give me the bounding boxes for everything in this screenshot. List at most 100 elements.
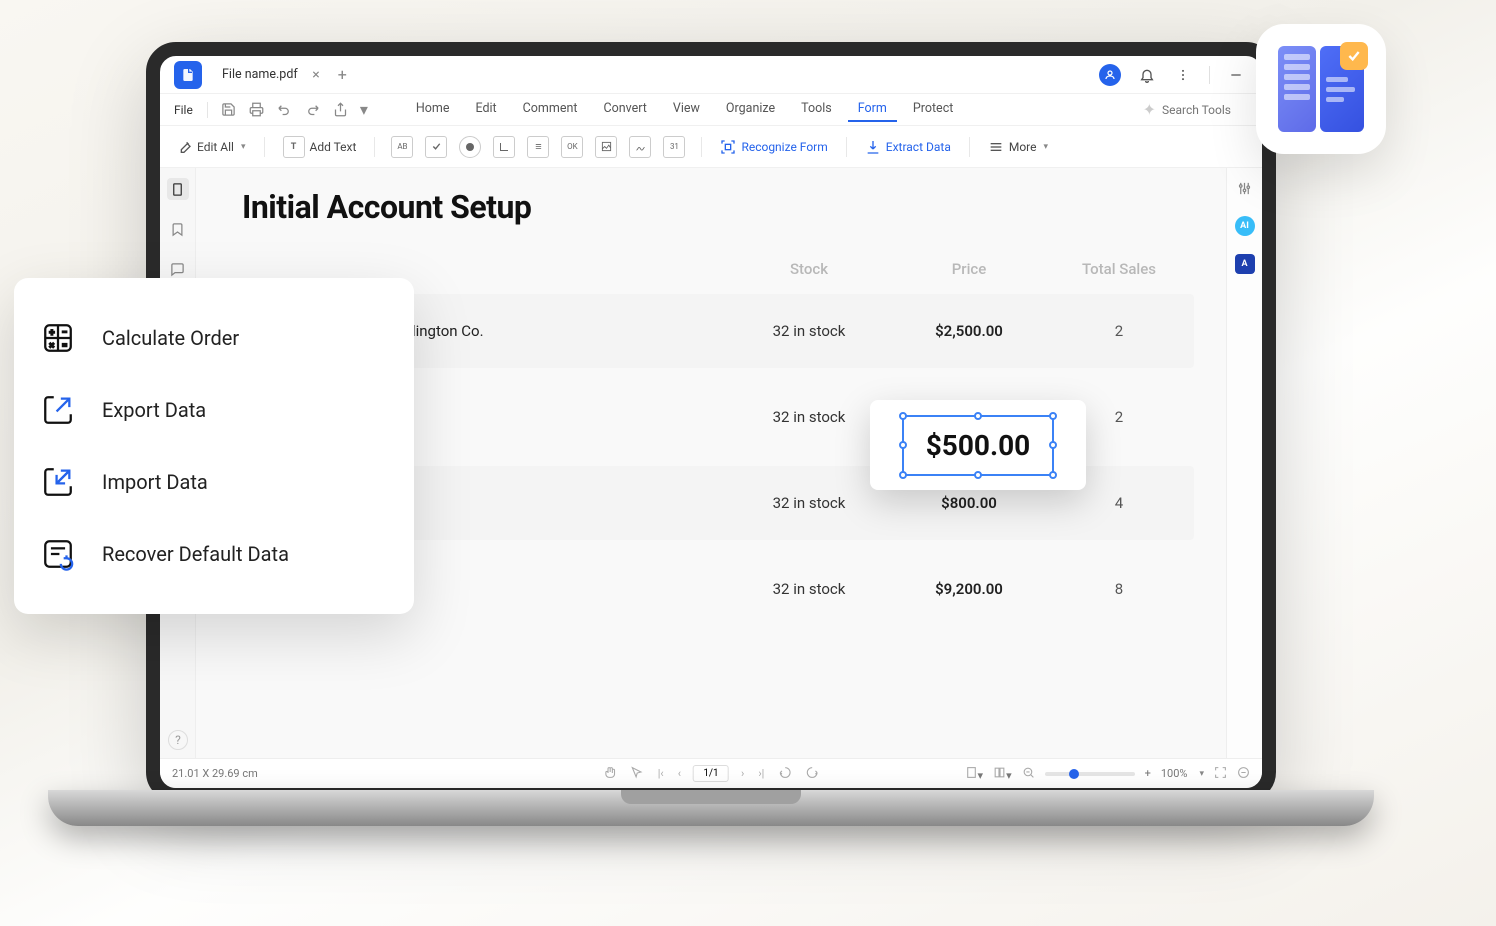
extract-data-button[interactable]: Extract Data [863, 136, 953, 158]
dropdown-field-icon[interactable] [493, 136, 515, 158]
zoom-slider[interactable] [1045, 772, 1135, 776]
select-tool-icon[interactable] [629, 766, 646, 782]
listbox-icon[interactable]: ≡ [527, 136, 549, 158]
row-sales: 4 [1054, 494, 1184, 512]
save-icon[interactable] [218, 99, 240, 121]
menu-convert[interactable]: Convert [593, 97, 656, 122]
bell-icon[interactable] [1137, 65, 1157, 85]
settings-icon[interactable] [1235, 178, 1255, 198]
ctx-label: Import Data [102, 470, 208, 494]
redo-icon[interactable] [302, 99, 324, 121]
resize-handle[interactable] [899, 441, 907, 449]
form-data-menu: +−×= Calculate Order Export Data Import … [14, 278, 414, 614]
resize-handle[interactable] [899, 471, 907, 479]
recognize-form-button[interactable]: Recognize Form [718, 136, 829, 158]
zoom-out-icon[interactable] [1022, 766, 1035, 782]
ctx-label: Recover Default Data [102, 542, 289, 566]
row-price: $9,200.00 [884, 580, 1054, 598]
menu-protect[interactable]: Protect [903, 97, 963, 122]
fullscreen-icon[interactable] [1214, 766, 1227, 782]
row-stock: 32 in stock [734, 322, 884, 340]
bookmarks-icon[interactable] [167, 218, 189, 240]
page-input[interactable] [693, 765, 729, 782]
menu-organize[interactable]: Organize [716, 97, 785, 122]
main-menu: Home Edit Comment Convert View Organize … [406, 97, 963, 122]
sheet-icon [1278, 46, 1316, 132]
add-text-button[interactable]: T Add Text [281, 133, 359, 161]
menu-view[interactable]: View [663, 97, 710, 122]
selected-field-inner: $500.00 [902, 415, 1055, 476]
close-tab-icon[interactable]: × [312, 67, 319, 83]
undo-icon[interactable] [274, 99, 296, 121]
selected-form-field[interactable]: $500.00 [870, 400, 1086, 490]
import-data-item[interactable]: Import Data [22, 446, 406, 518]
more-icon[interactable] [1173, 65, 1193, 85]
new-tab-button[interactable]: + [328, 65, 357, 84]
zoom-in-icon[interactable]: + [1145, 767, 1151, 780]
svg-text:−: − [62, 328, 67, 338]
export-data-item[interactable]: Export Data [22, 374, 406, 446]
page-nav: |‹ ‹ › ›| [602, 765, 821, 782]
menu-form[interactable]: Form [848, 97, 897, 122]
tab-label: File name.pdf [222, 67, 298, 82]
dropdown-icon[interactable]: ▾ [358, 99, 370, 121]
resize-handle[interactable] [899, 412, 907, 420]
signature-field-icon[interactable] [629, 136, 651, 158]
help-icon[interactable]: ? [168, 730, 188, 750]
fit-page-icon[interactable]: ▾ [965, 766, 984, 782]
statusbar: 21.01 X 29.69 cm |‹ ‹ › ›| ▾ ▾ + 100% ▾ [160, 758, 1262, 788]
rotate-right-icon[interactable] [803, 766, 820, 782]
comments-icon[interactable] [167, 258, 189, 280]
hand-tool-icon[interactable] [602, 766, 619, 782]
col-sales: Total Sales [1054, 260, 1184, 278]
search-tools: ✦ [1143, 100, 1252, 119]
search-input[interactable] [1162, 103, 1252, 117]
date-field-icon[interactable]: 31 [663, 136, 685, 158]
image-field-icon[interactable] [595, 136, 617, 158]
ai-icon[interactable]: AI [1235, 216, 1255, 236]
selected-value: $500.00 [926, 429, 1031, 462]
minimize-icon[interactable] [1226, 65, 1246, 85]
textfield-icon[interactable]: AB [391, 136, 413, 158]
thumbnails-icon[interactable] [167, 178, 189, 200]
file-menu[interactable]: File [170, 103, 197, 117]
checkbox-icon[interactable] [425, 136, 447, 158]
menu-comment[interactable]: Comment [513, 97, 588, 122]
share-icon[interactable] [330, 99, 352, 121]
prev-page-icon[interactable]: ‹ [676, 767, 683, 780]
translate-icon[interactable]: A [1235, 254, 1255, 274]
recover-default-item[interactable]: Recover Default Data [22, 518, 406, 590]
rotate-left-icon[interactable] [776, 766, 793, 782]
resize-handle[interactable] [974, 412, 982, 420]
right-sidebar: AI A [1226, 168, 1262, 758]
sparkle-icon: ✦ [1143, 100, 1156, 119]
print-icon[interactable] [246, 99, 268, 121]
view-mode-icon[interactable]: ▾ [993, 766, 1012, 782]
ctx-label: Export Data [102, 398, 206, 422]
ctx-label: Calculate Order [102, 326, 239, 350]
document-tab[interactable]: File name.pdf × [210, 60, 328, 90]
resize-handle[interactable] [974, 471, 982, 479]
button-field-icon[interactable]: OK [561, 136, 583, 158]
read-mode-icon[interactable] [1237, 766, 1250, 782]
menu-home[interactable]: Home [406, 97, 460, 122]
doc-icon [1320, 46, 1364, 132]
import-icon [40, 464, 76, 500]
menubar: File ▾ Home Edit Comment Convert View Or… [160, 94, 1262, 126]
resize-handle[interactable] [1049, 441, 1057, 449]
first-page-icon[interactable]: |‹ [656, 767, 666, 780]
more-button[interactable]: More▾ [986, 136, 1050, 158]
edit-all-button[interactable]: Edit All▾ [174, 136, 248, 158]
next-page-icon[interactable]: › [739, 767, 746, 780]
user-avatar[interactable] [1099, 64, 1121, 86]
resize-handle[interactable] [1049, 471, 1057, 479]
radio-icon[interactable] [459, 136, 481, 158]
row-stock: 32 in stock [734, 408, 884, 426]
calculate-order-item[interactable]: +−×= Calculate Order [22, 302, 406, 374]
row-sales: 2 [1054, 322, 1184, 340]
resize-handle[interactable] [1049, 412, 1057, 420]
last-page-icon[interactable]: ›| [756, 767, 766, 780]
menu-tools[interactable]: Tools [791, 97, 842, 122]
menu-edit[interactable]: Edit [465, 97, 506, 122]
zoom-dropdown-icon[interactable]: ▾ [1199, 769, 1204, 779]
